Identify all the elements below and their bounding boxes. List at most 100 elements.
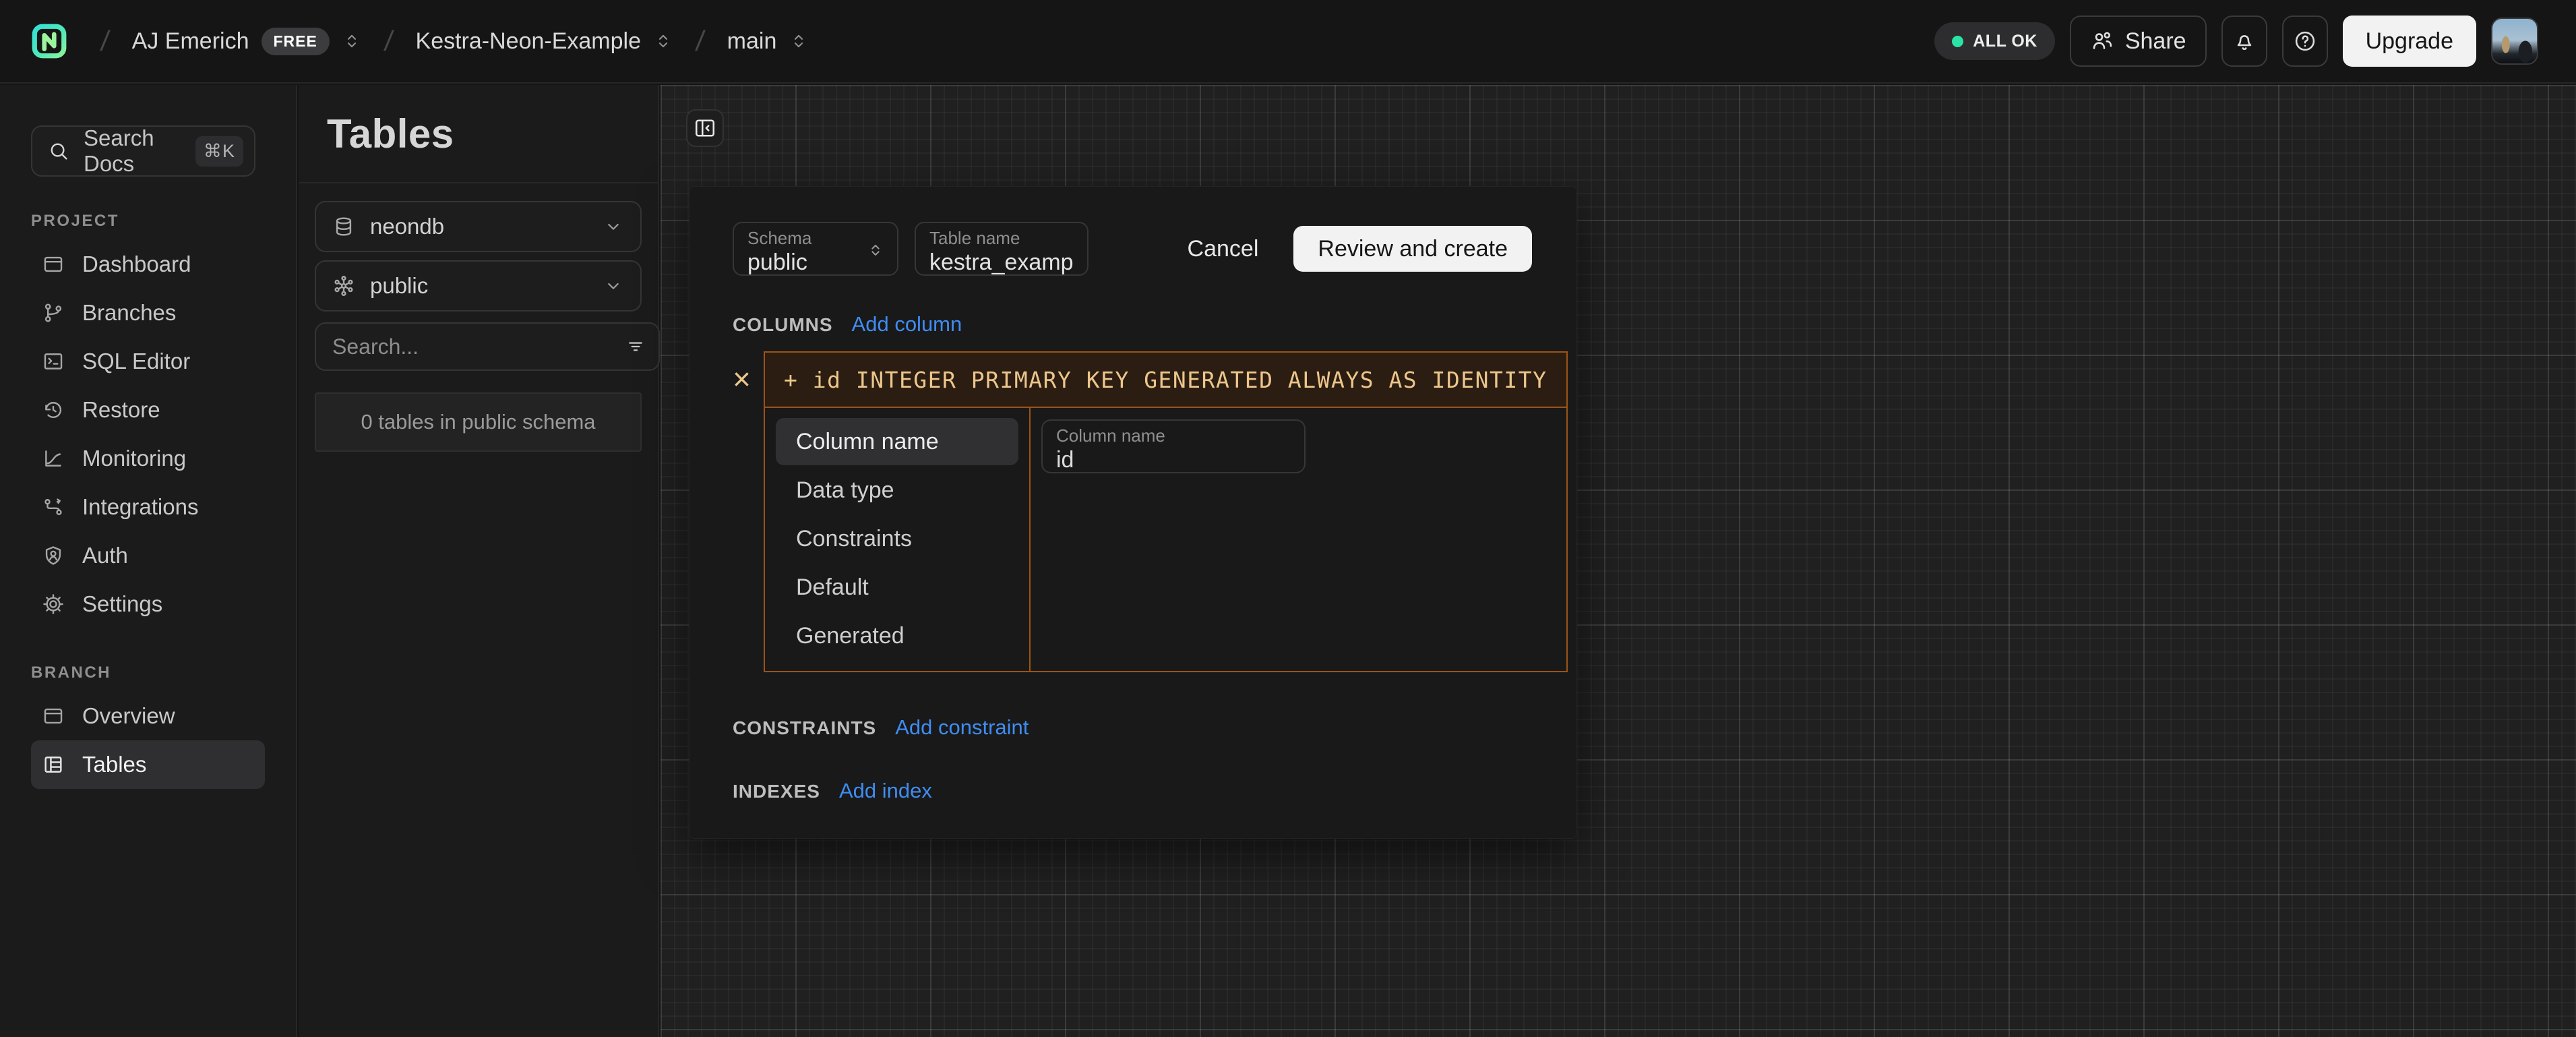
- database-select[interactable]: neondb: [315, 201, 642, 252]
- breadcrumb-separator: /: [382, 25, 394, 57]
- schema-select-label: Schema: [747, 229, 884, 248]
- notifications-button[interactable]: [2221, 16, 2267, 67]
- indexes-section-label: INDEXES: [733, 781, 820, 802]
- table-name-field[interactable]: Table name: [915, 222, 1088, 276]
- breadcrumb-project[interactable]: Kestra-Neon-Example: [416, 28, 673, 55]
- section-label-branch: BRANCH: [31, 663, 296, 682]
- create-table-dialog: Schema public Table name Cancel Review a…: [689, 186, 1577, 839]
- cancel-button[interactable]: Cancel: [1188, 236, 1259, 262]
- column-sql-preview: + id INTEGER PRIMARY KEY GENERATED ALWAY…: [765, 353, 1566, 408]
- breadcrumb-separator: /: [694, 25, 706, 57]
- sidebar-item-integrations[interactable]: Integrations: [31, 483, 265, 531]
- sidebar-item-overview[interactable]: Overview: [31, 692, 265, 740]
- dialog-schema-select[interactable]: Schema public: [733, 222, 898, 276]
- filter-icon[interactable]: [625, 336, 646, 357]
- panel-left-close-icon: [693, 116, 717, 140]
- main-canvas: Schema public Table name Cancel Review a…: [661, 85, 2576, 1037]
- chevrons-up-down-icon[interactable]: [789, 31, 809, 51]
- sidebar: Search Docs ⌘K PROJECT Dashboard Branche…: [0, 85, 297, 1037]
- search-docs-button[interactable]: Search Docs ⌘K: [31, 125, 255, 177]
- chevron-down-icon: [603, 216, 624, 237]
- tab-column-name[interactable]: Column name: [776, 418, 1018, 465]
- table-grid-icon: [42, 753, 65, 776]
- table-name-input[interactable]: [929, 249, 1074, 276]
- schema-nodes-icon: [332, 274, 355, 297]
- add-column-link[interactable]: Add column: [852, 312, 962, 336]
- shortcut-badge: ⌘K: [195, 136, 243, 167]
- share-button[interactable]: Share: [2070, 16, 2207, 67]
- gear-icon: [42, 593, 65, 616]
- neon-logo-icon[interactable]: [30, 22, 69, 61]
- status-ok-dot: [1952, 36, 1963, 47]
- tables-panel: Tables neondb public: [299, 85, 659, 1037]
- status-label: ALL OK: [1973, 32, 2037, 51]
- browser-window-icon: [42, 253, 65, 276]
- sidebar-item-tables[interactable]: Tables: [31, 740, 265, 789]
- breadcrumb-account[interactable]: AJ Emerich FREE: [132, 28, 362, 55]
- tab-data-type[interactable]: Data type: [776, 467, 1018, 514]
- sidebar-item-branches[interactable]: Branches: [31, 289, 265, 337]
- sidebar-item-restore[interactable]: Restore: [31, 386, 265, 434]
- topbar-actions: ALL OK Share: [1934, 16, 2538, 67]
- empty-tables-message: 0 tables in public schema: [315, 392, 642, 452]
- add-index-link[interactable]: Add index: [839, 779, 932, 803]
- database-name: neondb: [370, 214, 444, 239]
- table-name-label: Table name: [929, 229, 1074, 248]
- table-search-input[interactable]: [331, 334, 617, 360]
- chevrons-up-down-icon[interactable]: [342, 31, 362, 51]
- tab-default[interactable]: Default: [776, 564, 1018, 611]
- browser-window-icon: [42, 705, 65, 728]
- plan-badge: FREE: [262, 28, 330, 55]
- chevrons-up-down-icon: [866, 241, 885, 260]
- sidebar-item-dashboard[interactable]: Dashboard: [31, 240, 265, 289]
- branch-name: main: [727, 28, 777, 55]
- sidebar-item-monitoring[interactable]: Monitoring: [31, 434, 265, 483]
- page-title: Tables: [327, 111, 454, 157]
- schema-name: public: [370, 273, 428, 299]
- remove-column-button[interactable]: ×: [733, 363, 764, 394]
- chevrons-up-down-icon[interactable]: [653, 31, 673, 51]
- review-and-create-button[interactable]: Review and create: [1293, 226, 1532, 272]
- status-badge[interactable]: ALL OK: [1934, 22, 2055, 60]
- route-icon: [42, 496, 65, 518]
- avatar[interactable]: [2491, 18, 2538, 65]
- column-name-label: Column name: [1056, 426, 1291, 446]
- database-icon: [332, 215, 355, 238]
- search-docs-label: Search Docs: [84, 125, 182, 177]
- upgrade-button[interactable]: Upgrade: [2343, 16, 2476, 67]
- section-label-project: PROJECT: [31, 212, 296, 231]
- breadcrumb-branch[interactable]: main: [727, 28, 809, 55]
- share-label: Share: [2125, 28, 2186, 55]
- users-icon: [2090, 29, 2114, 53]
- column-name-input[interactable]: [1056, 447, 1291, 473]
- column-editor: + id INTEGER PRIMARY KEY GENERATED ALWAY…: [764, 351, 1568, 672]
- schema-select-value: public: [747, 249, 884, 276]
- constraints-section-label: CONSTRAINTS: [733, 717, 876, 739]
- column-editor-tabs: Column name Data type Constraints Defaul…: [765, 408, 1031, 671]
- column-sql-text: + id INTEGER PRIMARY KEY GENERATED ALWAY…: [784, 367, 1547, 393]
- sidebar-item-sql-editor[interactable]: SQL Editor: [31, 337, 265, 386]
- tab-generated[interactable]: Generated: [776, 612, 1018, 659]
- history-clock-icon: [42, 398, 65, 421]
- topbar: / AJ Emerich FREE / Kestra-Neon-Example …: [0, 0, 2576, 84]
- terminal-square-icon: [42, 350, 65, 373]
- table-search-field[interactable]: [315, 322, 660, 371]
- project-name: Kestra-Neon-Example: [416, 28, 641, 55]
- circle-question-icon: [2293, 29, 2317, 53]
- account-name: AJ Emerich: [132, 28, 249, 55]
- column-name-field[interactable]: Column name: [1041, 419, 1306, 473]
- collapse-panel-button[interactable]: [686, 109, 724, 147]
- line-chart-icon: [42, 447, 65, 470]
- tab-constraints[interactable]: Constraints: [776, 515, 1018, 562]
- columns-section-label: COLUMNS: [733, 314, 833, 336]
- add-constraint-link[interactable]: Add constraint: [895, 715, 1029, 740]
- sidebar-item-auth[interactable]: Auth: [31, 531, 265, 580]
- schema-select[interactable]: public: [315, 260, 642, 312]
- shield-user-icon: [42, 544, 65, 567]
- sidebar-item-settings[interactable]: Settings: [31, 580, 265, 628]
- search-icon: [47, 140, 70, 162]
- bell-icon: [2232, 29, 2257, 53]
- chevron-down-icon: [603, 275, 624, 297]
- help-button[interactable]: [2282, 16, 2328, 67]
- tables-panel-header: Tables: [299, 85, 658, 183]
